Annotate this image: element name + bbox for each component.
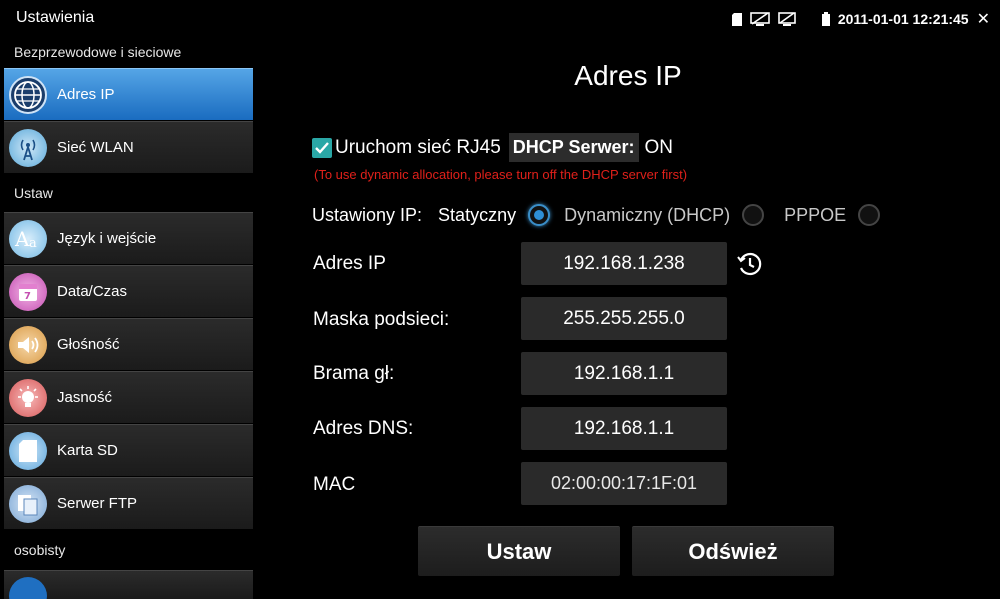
history-icon[interactable] (736, 250, 764, 283)
battery-icon (821, 12, 830, 26)
status-icons: 2011-01-01 12:21:45 ✕ (731, 9, 990, 29)
dns-field[interactable]: 192.168.1.1 (521, 407, 727, 450)
partial-icon (9, 577, 47, 599)
screen-off-icon (750, 12, 770, 26)
ip-address-label: Adres IP (313, 253, 386, 274)
main-panel: Adres IP Uruchom sieć RJ45 DHCP Serwer: … (256, 36, 1000, 599)
section-header-wireless: Bezprzewodowe i sieciowe (14, 44, 182, 60)
subnet-mask-field[interactable]: 255.255.255.0 (521, 297, 727, 340)
rj45-checkbox[interactable] (312, 137, 332, 158)
globe-icon (9, 75, 47, 114)
sidebar-item-label: Data/Czas (57, 283, 128, 300)
wifi-antenna-icon (9, 128, 47, 167)
clock-datetime: 2011-01-01 12:21:45 (837, 11, 969, 27)
app-title: Ustawienia (16, 9, 95, 26)
ip-mode-pppoe-label: PPPOE (784, 204, 847, 225)
set-button[interactable]: Ustaw (418, 526, 620, 576)
sidebar-item-datetime[interactable]: 7 Data/Czas (4, 265, 253, 318)
sidebar-item-label: Głośność (57, 336, 120, 353)
rj45-label: Uruchom sieć RJ45 (335, 136, 501, 158)
sidebar-item-brightness[interactable]: Jasność (4, 371, 253, 424)
sidebar-item-label: Adres IP (57, 86, 115, 103)
section-header-settings: Ustaw (14, 185, 53, 201)
sidebar-item-label: Jasność (57, 389, 113, 406)
display-off-icon (778, 12, 796, 26)
brightness-icon (9, 378, 47, 417)
close-icon[interactable]: ✕ (977, 9, 990, 29)
svg-text:7: 7 (24, 291, 31, 302)
radio-pppoe[interactable] (858, 204, 881, 226)
sidebar: Bezprzewodowe i sieciowe Adres IP Sieć W… (0, 36, 256, 599)
speaker-icon (9, 325, 47, 364)
sd-card-icon (9, 431, 47, 470)
sidebar-item-label: Język i wejście (57, 230, 157, 247)
page-title: Adres IP (574, 60, 682, 91)
sidebar-item-language[interactable]: Aa Język i wejście (4, 212, 253, 265)
sidebar-item-partial[interactable] (4, 570, 253, 599)
section-header-personal: osobisty (14, 542, 66, 558)
rj45-row: Uruchom sieć RJ45 DHCP Serwer: ON (312, 133, 673, 162)
sidebar-item-wlan[interactable]: Sieć WLAN (4, 121, 253, 174)
ftp-server-icon (9, 484, 47, 523)
ip-address-field[interactable]: 192.168.1.238 (521, 242, 727, 285)
subnet-mask-label: Maska podsieci: (313, 309, 450, 330)
ip-mode-row: Ustawiony IP: Statyczny Dynamiczny (DHCP… (312, 204, 894, 226)
gateway-field[interactable]: 192.168.1.1 (521, 352, 727, 395)
svg-text:a: a (29, 236, 37, 250)
dhcp-server-label[interactable]: DHCP Serwer: (508, 133, 639, 162)
sidebar-item-ftp-server[interactable]: Serwer FTP (4, 477, 253, 530)
sidebar-item-volume[interactable]: Głośność (4, 318, 253, 371)
dhcp-server-value: ON (644, 136, 674, 158)
mac-label: MAC (313, 474, 356, 495)
dns-label: Adres DNS: (313, 418, 414, 439)
ip-mode-label: Ustawiony IP: (312, 204, 423, 225)
language-icon: Aa (9, 219, 47, 258)
dhcp-warning: (To use dynamic allocation, please turn … (314, 167, 688, 182)
sidebar-item-label: Sieć WLAN (57, 139, 134, 156)
status-bar: Ustawienia 2011-01-01 12:21:45 ✕ (0, 0, 1000, 36)
sidebar-item-label: Karta SD (57, 442, 118, 459)
sidebar-item-ip-address[interactable]: Adres IP (4, 68, 253, 121)
gateway-label: Brama gł: (313, 363, 395, 384)
calendar-icon: 7 (9, 272, 47, 311)
ip-mode-dhcp-label: Dynamiczny (DHCP) (564, 204, 731, 225)
refresh-button[interactable]: Odśwież (632, 526, 834, 576)
sidebar-item-sd-card[interactable]: Karta SD (4, 424, 253, 477)
svg-text:A: A (14, 228, 30, 250)
radio-dhcp[interactable] (742, 204, 765, 226)
sidebar-item-label: Serwer FTP (57, 495, 138, 512)
ip-mode-static-label: Statyczny (438, 204, 517, 225)
mac-field: 02:00:00:17:1F:01 (521, 462, 727, 505)
sd-status-icon (731, 12, 742, 26)
radio-static[interactable] (528, 204, 551, 226)
